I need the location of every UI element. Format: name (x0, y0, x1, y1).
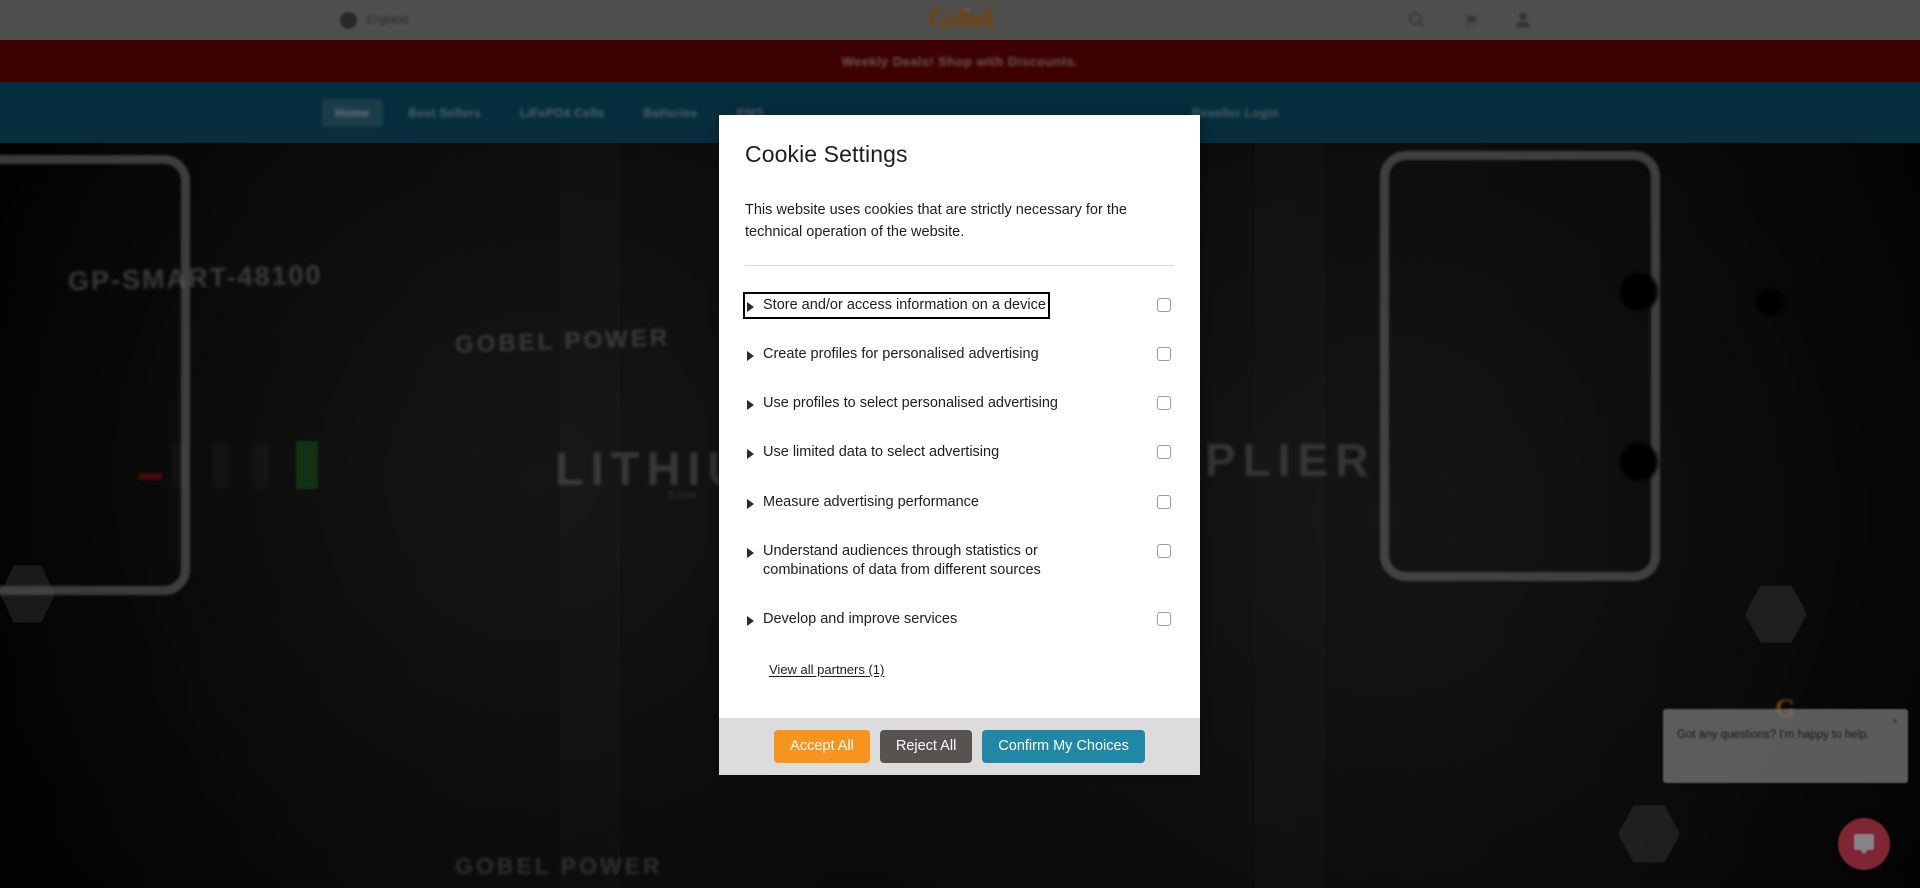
purpose-row-store-access[interactable]: Store and/or access information on a dev… (743, 288, 1174, 323)
purpose-row-limited-data-ads[interactable]: Use limited data to select advertising (745, 435, 1174, 470)
purpose-disclosure-develop-improve-services[interactable]: Develop and improve services (745, 608, 959, 631)
cookie-purpose-list: Store and/or access information on a dev… (743, 288, 1174, 637)
cookie-dialog-body: Cookie Settings This website uses cookie… (719, 115, 1200, 718)
page-root: GP-SMART-48100 GOBEL POWER LITHIUM PLIER… (0, 0, 1920, 888)
chevron-right-icon (747, 449, 754, 460)
purpose-label: Measure advertising performance (763, 493, 979, 510)
purpose-checkbox-store-access[interactable] (1157, 298, 1171, 313)
purpose-checkbox-create-profiles-ads[interactable] (1157, 347, 1171, 362)
purpose-disclosure-store-access[interactable]: Store and/or access information on a dev… (743, 292, 1050, 320)
purpose-row-understand-audiences[interactable]: Understand audiences through statistics … (745, 534, 1174, 588)
purpose-checkbox-understand-audiences[interactable] (1157, 543, 1171, 558)
cookie-settings-dialog: Cookie Settings This website uses cookie… (719, 115, 1200, 775)
accept-all-button[interactable]: Accept All (774, 729, 870, 764)
purpose-row-develop-improve-services[interactable]: Develop and improve services (745, 602, 1174, 637)
confirm-my-choices-button[interactable]: Confirm My Choices (982, 729, 1145, 764)
purpose-checkbox-limited-data-ads[interactable] (1157, 445, 1171, 460)
purpose-disclosure-create-profiles-ads[interactable]: Create profiles for personalised adverti… (745, 343, 1041, 366)
purpose-label: Use limited data to select advertising (763, 444, 1000, 461)
purpose-label: Understand audiences through statistics … (763, 542, 1041, 578)
chevron-right-icon (747, 302, 754, 313)
purpose-checkbox-measure-ad-performance[interactable] (1157, 494, 1171, 509)
purpose-label: Use profiles to select personalised adve… (763, 395, 1058, 412)
purpose-disclosure-understand-audiences[interactable]: Understand audiences through statistics … (745, 540, 1075, 582)
chevron-right-icon (747, 547, 754, 558)
purpose-label: Create profiles for personalised adverti… (763, 346, 1039, 363)
purpose-checkbox-develop-improve-services[interactable] (1157, 611, 1171, 626)
view-all-partners-link[interactable]: View all partners (1) (769, 662, 884, 677)
cookie-dialog-title: Cookie Settings (745, 141, 908, 167)
purpose-disclosure-measure-ad-performance[interactable]: Measure advertising performance (745, 491, 981, 514)
chevron-right-icon (747, 615, 754, 626)
reject-all-button[interactable]: Reject All (879, 729, 973, 764)
purpose-disclosure-use-profiles-ads[interactable]: Use profiles to select personalised adve… (745, 392, 1060, 415)
purpose-checkbox-use-profiles-ads[interactable] (1157, 396, 1171, 411)
purpose-row-use-profiles-ads[interactable]: Use profiles to select personalised adve… (745, 386, 1174, 421)
chevron-right-icon (747, 498, 754, 509)
purpose-label: Store and/or access information on a dev… (763, 297, 1046, 314)
divider (745, 265, 1174, 267)
purpose-disclosure-limited-data-ads[interactable]: Use limited data to select advertising (745, 441, 1001, 464)
purpose-row-create-profiles-ads[interactable]: Create profiles for personalised adverti… (745, 337, 1174, 372)
view-all-partners-row: View all partners (1) (745, 661, 1174, 679)
cookie-dialog-description: This website uses cookies that are stric… (745, 202, 1127, 241)
purpose-label: Develop and improve services (763, 610, 958, 627)
purpose-row-measure-ad-performance[interactable]: Measure advertising performance (745, 485, 1174, 520)
cookie-dialog-footer: Accept All Reject All Confirm My Choices (719, 718, 1200, 775)
chevron-right-icon (747, 351, 754, 362)
chevron-right-icon (747, 400, 754, 411)
